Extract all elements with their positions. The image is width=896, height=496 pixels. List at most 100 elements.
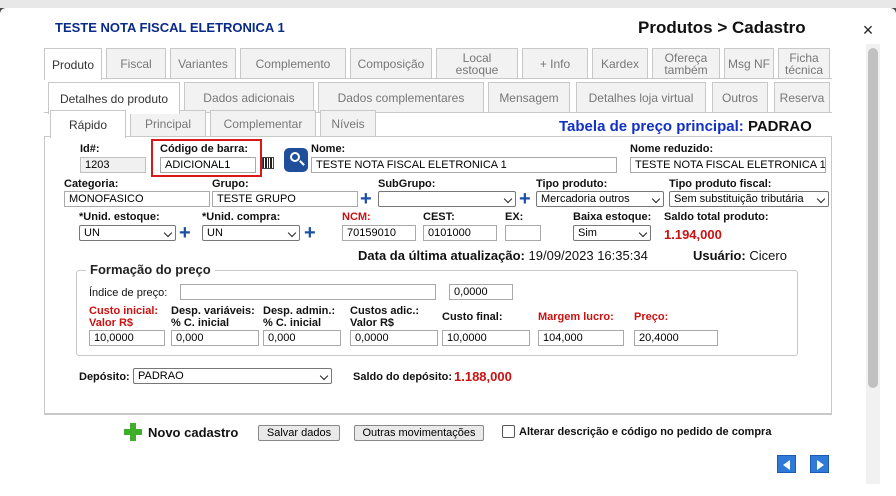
tab-ofereca-tambem[interactable]: Ofereça também bbox=[652, 48, 720, 78]
change-description-checkbox[interactable] bbox=[502, 425, 515, 438]
user-value: Cicero bbox=[749, 248, 787, 263]
tab-produto[interactable]: Produto bbox=[44, 48, 102, 80]
close-icon[interactable]: × bbox=[858, 20, 878, 40]
price-label: Preço: bbox=[634, 311, 669, 323]
background-strip bbox=[0, 0, 896, 8]
stock-drop-select[interactable]: Sim bbox=[573, 225, 651, 241]
tab-kardex[interactable]: Kardex bbox=[592, 48, 648, 78]
tab-mensagem[interactable]: Mensagem bbox=[488, 82, 570, 112]
tab-msg-nf[interactable]: Msg NF bbox=[724, 48, 774, 78]
ex-input[interactable] bbox=[505, 225, 541, 241]
ncm-input[interactable]: 70159010 bbox=[342, 225, 416, 241]
barcode-label: Código de barra: bbox=[160, 143, 249, 155]
tab-fiscal[interactable]: Fiscal bbox=[106, 48, 166, 78]
save-button[interactable]: Salvar dados bbox=[258, 425, 340, 441]
tab-dados-complementares[interactable]: Dados complementares bbox=[318, 82, 484, 112]
final-cost-input[interactable]: 10,0000 bbox=[442, 330, 530, 346]
other-movements-button[interactable]: Outras movimentações bbox=[354, 425, 484, 441]
id-label: Id#: bbox=[80, 143, 100, 155]
barcode-input[interactable]: ADICIONAL1 bbox=[160, 157, 256, 173]
pricing-legend: Formação do preço bbox=[86, 262, 215, 277]
purchase-unit-label: *Unid. compra: bbox=[202, 211, 281, 223]
add-purchase-unit-icon[interactable]: + bbox=[304, 223, 316, 243]
price-table-label: Tabela de preço principal: bbox=[559, 118, 744, 135]
subgroup-select[interactable] bbox=[378, 191, 516, 207]
tab-dados-adicionais[interactable]: Dados adicionais bbox=[184, 82, 314, 112]
tab-local-estoque[interactable]: Local estoque bbox=[436, 48, 518, 78]
barcode-icon[interactable] bbox=[262, 157, 274, 169]
category-label: Categoria: bbox=[64, 178, 119, 190]
product-type-label: Tipo produto: bbox=[536, 178, 608, 190]
previous-button[interactable] bbox=[777, 455, 796, 473]
tab-complementar[interactable]: Complementar bbox=[210, 110, 316, 136]
name-input[interactable]: TESTE NOTA FISCAL ELETRONICA 1 bbox=[311, 157, 617, 173]
price-index-result[interactable]: 0,0000 bbox=[449, 284, 513, 300]
update-date-value: 19/09/2023 16:35:34 bbox=[528, 248, 648, 263]
green-plus-icon bbox=[124, 423, 142, 441]
update-info: Data da última atualização: 19/09/2023 1… bbox=[358, 248, 648, 263]
profit-margin-label: Margem lucro: bbox=[538, 311, 614, 323]
tab-reserva[interactable]: Reserva bbox=[774, 82, 830, 112]
arrow-left-icon bbox=[783, 460, 790, 470]
admin-expenses-input[interactable]: 0,000 bbox=[263, 330, 341, 346]
deposit-select[interactable]: PADRAO bbox=[133, 368, 332, 384]
tab-variantes[interactable]: Variantes bbox=[170, 48, 236, 78]
new-record-label: Novo cadastro bbox=[148, 424, 239, 440]
add-stock-unit-icon[interactable]: + bbox=[179, 223, 191, 243]
user-label: Usuário: bbox=[693, 248, 746, 263]
final-cost-label: Custo final: bbox=[442, 311, 503, 323]
deposit-label: Depósito: bbox=[79, 371, 130, 383]
group-label: Grupo: bbox=[212, 178, 249, 190]
name-label: Nome: bbox=[311, 143, 346, 155]
update-date-label: Data da última atualização: bbox=[358, 248, 525, 263]
change-description-label: Alterar descrição e código no pedido de … bbox=[519, 426, 772, 438]
arrow-right-icon bbox=[817, 460, 824, 470]
group-input[interactable]: TESTE GRUPO bbox=[212, 191, 358, 207]
tab-complemento[interactable]: Complemento bbox=[240, 48, 346, 78]
next-button[interactable] bbox=[810, 455, 829, 473]
add-subgroup-icon[interactable]: + bbox=[519, 189, 531, 209]
scrollbar[interactable] bbox=[866, 44, 880, 484]
price-table-title: Tabela de preço principal: PADRAO bbox=[559, 118, 812, 135]
cest-input[interactable]: 0101000 bbox=[423, 225, 497, 241]
tab-rapido[interactable]: Rápido bbox=[50, 110, 126, 138]
product-type-select[interactable]: Mercadoria outros bbox=[536, 191, 664, 207]
deposit-balance-label: Saldo do depósito: bbox=[353, 371, 452, 383]
total-balance-label: Saldo total produto: bbox=[664, 211, 769, 223]
fiscal-type-select[interactable]: Sem substituição tributária bbox=[669, 191, 829, 207]
initial-cost-input[interactable]: 10,0000 bbox=[89, 330, 165, 346]
search-icon-handle bbox=[299, 160, 305, 166]
subgroup-label: SubGrupo: bbox=[378, 178, 436, 190]
add-group-icon[interactable]: + bbox=[360, 189, 372, 209]
new-record-button[interactable]: Novo cadastro bbox=[124, 423, 238, 441]
tab-outros[interactable]: Outros bbox=[712, 82, 768, 112]
price-table-value: PADRAO bbox=[747, 118, 812, 135]
variable-expenses-input[interactable]: 0,000 bbox=[171, 330, 259, 346]
profit-margin-input[interactable]: 104,000 bbox=[538, 330, 624, 346]
short-name-label: Nome reduzido: bbox=[630, 143, 714, 155]
price-index-input[interactable] bbox=[180, 284, 436, 300]
deposit-balance-value: 1.188,000 bbox=[454, 369, 512, 384]
tab-info[interactable]: + Info bbox=[522, 48, 588, 78]
stock-unit-select[interactable]: UN bbox=[79, 225, 176, 241]
purchase-unit-select[interactable]: UN bbox=[202, 225, 300, 241]
form-title: TESTE NOTA FISCAL ELETRONICA 1 bbox=[55, 20, 285, 35]
scrollbar-thumb[interactable] bbox=[868, 48, 878, 388]
additional-costs-input[interactable]: 0,0000 bbox=[350, 330, 438, 346]
main-tab-line bbox=[44, 78, 832, 79]
search-button[interactable] bbox=[284, 148, 308, 172]
cest-label: CEST: bbox=[423, 211, 455, 223]
short-name-input[interactable]: TESTE NOTA FISCAL ELETRONICA 1 bbox=[630, 157, 826, 173]
tab-composicao[interactable]: Composição bbox=[350, 48, 432, 78]
tab-detalhes-loja-virtual[interactable]: Detalhes loja virtual bbox=[576, 82, 706, 112]
breadcrumb: Produtos > Cadastro bbox=[638, 18, 806, 37]
content-bottom-line bbox=[44, 414, 832, 415]
tab-ficha-tecnica[interactable]: Ficha técnica bbox=[778, 48, 830, 78]
initial-cost-label: Custo inicial: Valor R$ bbox=[89, 305, 159, 329]
price-input[interactable]: 20,4000 bbox=[634, 330, 718, 346]
category-input[interactable]: MONOFASICO bbox=[64, 191, 210, 207]
stock-drop-label: Baixa estoque: bbox=[573, 211, 652, 223]
variable-expenses-label: Desp. variáveis: % C. inicial bbox=[171, 305, 255, 329]
price-index-label: Índice de preço: bbox=[89, 287, 168, 299]
tab-niveis[interactable]: Níveis bbox=[320, 110, 376, 136]
